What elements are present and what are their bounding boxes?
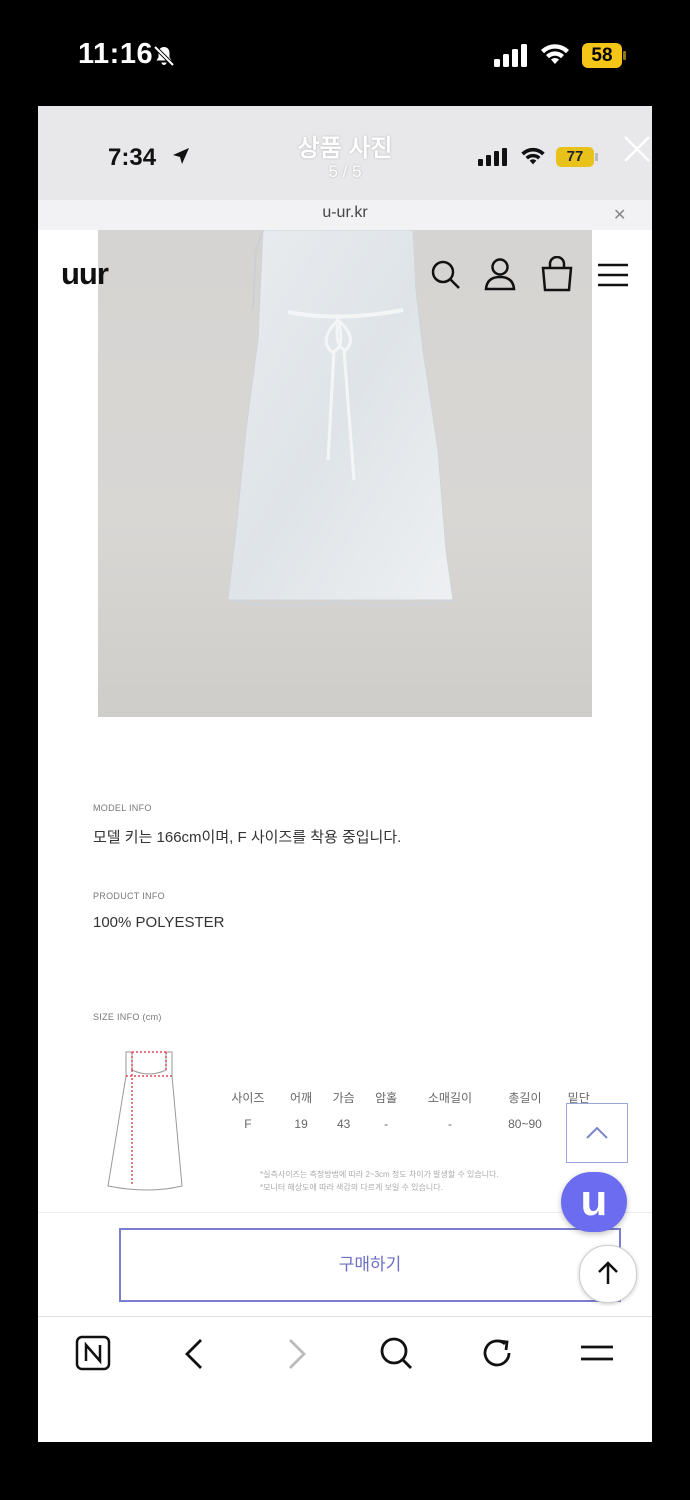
outer-status-bar: 11:16 58 <box>0 0 690 105</box>
close-viewer-icon[interactable] <box>622 134 652 164</box>
inner-battery-tip <box>595 153 598 161</box>
back-arrow-icon[interactable] <box>180 1337 210 1371</box>
status-time: 11:16 <box>78 38 154 70</box>
search-icon[interactable] <box>430 259 462 291</box>
chevron-up-icon <box>586 1126 608 1139</box>
size-cell: 80~90 <box>508 1117 542 1131</box>
scroll-up-button[interactable] <box>579 1245 637 1303</box>
size-cell: F <box>244 1117 252 1131</box>
buy-button[interactable]: 구매하기 <box>119 1228 621 1302</box>
url-text[interactable]: u-ur.kr <box>38 204 652 222</box>
product-info-text: 100% POLYESTER <box>93 914 225 931</box>
scroll-top-box-button[interactable] <box>566 1103 628 1163</box>
size-header: 가슴 <box>332 1090 355 1105</box>
size-header: 총길이 <box>508 1090 542 1105</box>
size-cell: 43 <box>336 1117 351 1131</box>
size-table: 사이즈 어깨 가슴 암홀 소매길이 총길이 밑단 F 19 43 - - 80~… <box>216 1082 600 1136</box>
model-info-text: 모델 키는 166cm이며, F 사이즈를 착용 중입니다. <box>93 829 402 846</box>
size-header: 사이즈 <box>231 1090 265 1105</box>
inner-battery-level: 77 <box>556 147 594 167</box>
size-header: 어깨 <box>290 1090 313 1105</box>
arrow-up-icon <box>598 1261 618 1284</box>
battery-level: 58 <box>582 43 622 68</box>
shopping-bag-icon[interactable] <box>540 256 574 292</box>
size-note: *실측사이즈는 측정방법에 따라 2~3cm 정도 차이가 발생할 수 있습니다… <box>260 1170 499 1179</box>
inner-cellular-icon <box>478 148 507 166</box>
dress-image <box>227 230 454 607</box>
cellular-signal-icon <box>494 44 527 67</box>
user-icon[interactable] <box>484 257 516 291</box>
size-cell: - <box>384 1117 389 1131</box>
naver-home-icon[interactable] <box>75 1335 111 1371</box>
hamburger-menu-icon[interactable] <box>597 262 629 288</box>
size-header: 암홀 <box>375 1090 398 1105</box>
browser-menu-icon[interactable] <box>579 1341 615 1365</box>
screenshot-frame: 7:34 상품 사진 5 / 5 77 u-ur.kr ✕ uur MODEL … <box>38 106 652 1442</box>
size-header: 소매길이 <box>427 1090 473 1105</box>
size-cell: 19 <box>294 1117 308 1131</box>
size-note: *모니터 해상도에 따라 색감의 다르게 보일 수 있습니다. <box>260 1183 443 1192</box>
size-cell: - <box>447 1117 452 1131</box>
wifi-icon <box>541 44 569 64</box>
refresh-icon[interactable] <box>479 1335 515 1371</box>
silent-bell-icon <box>153 45 175 67</box>
chat-button[interactable]: u <box>561 1172 627 1232</box>
battery-indicator: 58 <box>582 43 626 68</box>
browser-search-icon[interactable] <box>378 1335 414 1371</box>
inner-wifi-icon <box>521 147 545 165</box>
url-close-icon[interactable]: ✕ <box>613 205 626 225</box>
forward-arrow-icon[interactable] <box>281 1337 311 1371</box>
browser-bottom-nav <box>38 1316 652 1442</box>
model-info-label: MODEL INFO <box>93 803 152 813</box>
size-info-label: SIZE INFO (cm) <box>93 1012 162 1022</box>
site-logo[interactable]: uur <box>61 256 109 292</box>
product-info-label: PRODUCT INFO <box>93 891 165 901</box>
dress-size-diagram <box>107 1051 183 1191</box>
